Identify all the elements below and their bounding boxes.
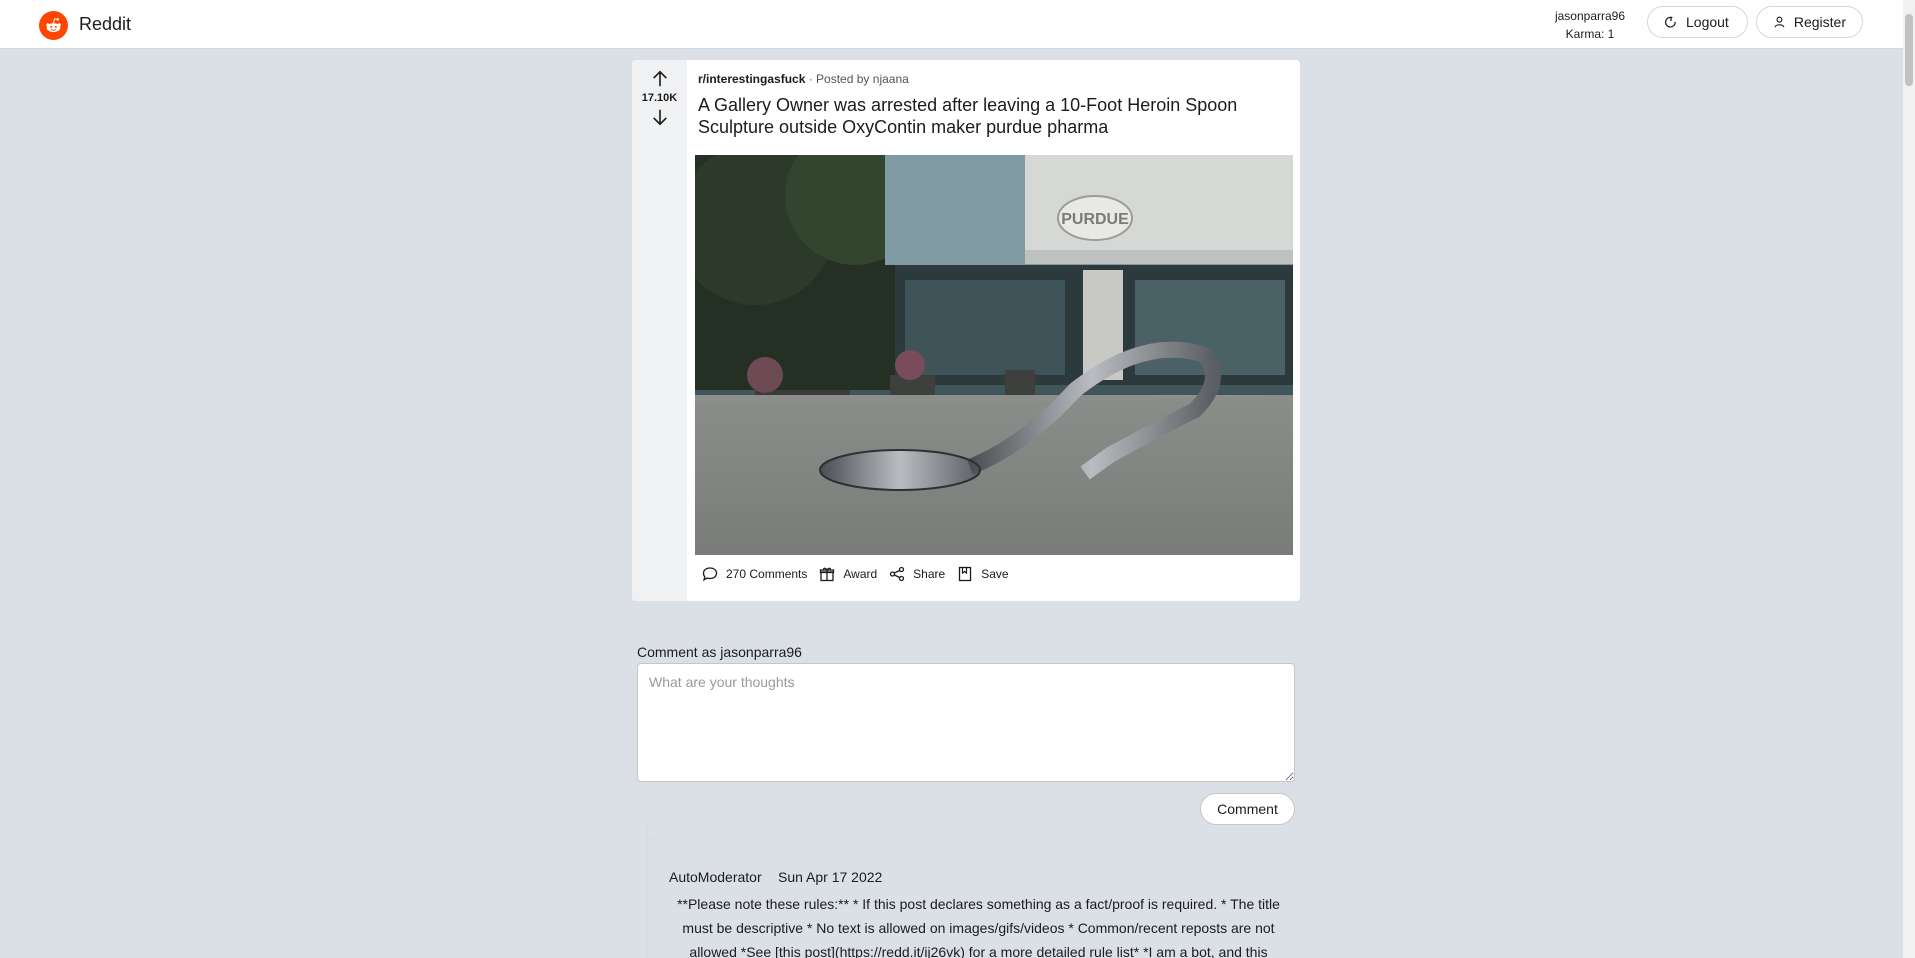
top-navigation-bar: Reddit jasonparra96 Karma: 1 Logout Regi… xyxy=(0,0,1915,49)
logout-icon xyxy=(1665,16,1676,28)
share-button[interactable]: Share xyxy=(889,566,945,582)
upvote-arrow-icon[interactable] xyxy=(651,70,669,88)
comments-count: 270 Comments xyxy=(726,567,808,581)
register-label: Register xyxy=(1793,14,1846,30)
save-button[interactable]: Save xyxy=(957,566,1009,582)
gift-icon xyxy=(820,567,835,582)
thread-line[interactable] xyxy=(647,825,648,958)
karma-count: Karma: 1 xyxy=(1565,27,1615,41)
logout-button[interactable]: Logout xyxy=(1647,6,1748,38)
post-meta: r/interestingasfuck · Posted by njaana xyxy=(698,72,909,86)
vote-score: 17.10K xyxy=(641,92,678,104)
bookmark-icon xyxy=(959,566,972,582)
save-label: Save xyxy=(981,567,1009,581)
share-icon xyxy=(890,566,905,582)
reddit-logo-icon[interactable] xyxy=(39,11,68,40)
downvote-arrow-icon[interactable] xyxy=(651,108,669,126)
user-icon xyxy=(1774,16,1785,28)
post-image[interactable]: PURDUE xyxy=(695,155,1293,555)
scrollbar-thumb[interactable] xyxy=(1905,14,1913,86)
post-title[interactable]: A Gallery Owner was arrested after leavi… xyxy=(698,94,1288,138)
comments-button[interactable]: 270 Comments xyxy=(702,566,807,582)
subreddit-link[interactable]: r/interestingasfuck xyxy=(698,72,805,86)
comment-body: **Please note these rules:** * If this p… xyxy=(677,896,1280,958)
comment-thread: AutoModerator Sun Apr 17 2022 **Please n… xyxy=(632,825,1300,958)
comment-submit-button[interactable]: Comment xyxy=(1200,793,1295,825)
post-actions-bar: 270 Comments Award Share Save xyxy=(702,566,1021,582)
comment-author[interactable]: AutoModerator xyxy=(669,869,762,885)
brand-name[interactable]: Reddit xyxy=(79,14,131,35)
comment-as-label: Comment as jasonparra96 xyxy=(637,644,802,660)
post-author[interactable]: njaana xyxy=(873,72,909,86)
image-sign-text: PURDUE xyxy=(1061,211,1129,228)
award-button[interactable]: Award xyxy=(819,566,877,582)
share-label: Share xyxy=(913,567,946,581)
page-scrollbar[interactable] xyxy=(1903,0,1915,958)
logout-label: Logout xyxy=(1686,14,1729,30)
comment-bubble-icon xyxy=(702,567,718,582)
comment-date: Sun Apr 17 2022 xyxy=(778,869,883,885)
register-button[interactable]: Register xyxy=(1756,6,1863,38)
thread-collapse-tick[interactable] xyxy=(647,838,657,839)
user-info: jasonparra96 Karma: 1 xyxy=(1540,7,1640,43)
comment-textarea[interactable] xyxy=(637,663,1295,782)
award-label: Award xyxy=(843,567,878,581)
posted-by-prefix: · Posted by xyxy=(808,72,870,86)
post-card: 17.10K r/interestingasfuck · Posted by n… xyxy=(632,60,1300,601)
username[interactable]: jasonparra96 xyxy=(1540,7,1640,25)
vote-column: 17.10K xyxy=(632,60,687,601)
